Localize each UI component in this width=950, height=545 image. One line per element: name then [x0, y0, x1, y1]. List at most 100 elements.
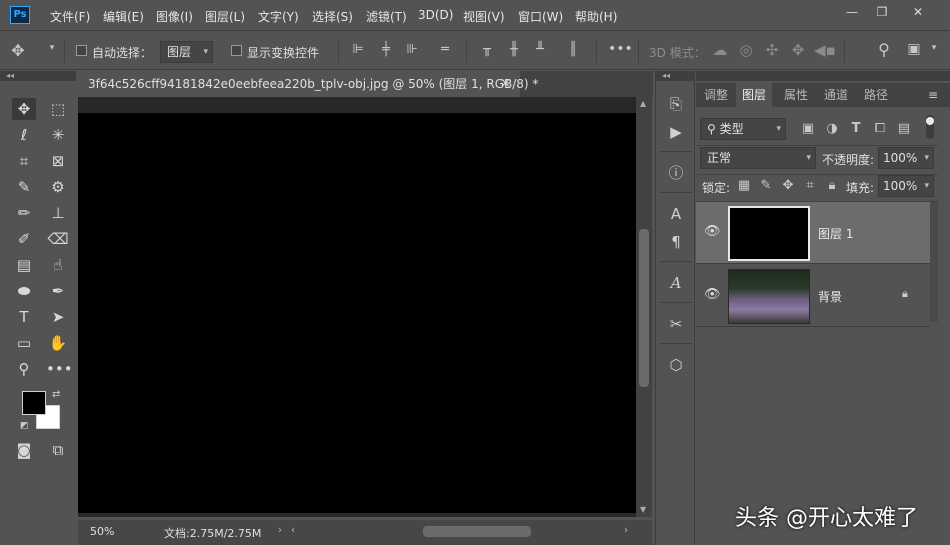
tool-preset-chevron-icon[interactable]: ▾ — [46, 43, 58, 53]
move-tool[interactable]: ✥ — [12, 98, 36, 120]
lasso-tool[interactable]: ℓ — [12, 124, 36, 146]
layer-row[interactable]: 👁︎ 背景 🔒︎ — [696, 265, 930, 327]
rectangle-tool[interactable]: ▭ — [12, 332, 36, 354]
menu-edit[interactable]: 编辑(E) — [103, 8, 144, 25]
pen-tool[interactable]: ✒ — [46, 280, 70, 302]
scroll-down-icon[interactable]: ▼ — [640, 505, 646, 514]
magic-wand-tool[interactable]: ✳ — [46, 124, 70, 146]
panel-menu-icon[interactable]: ≡ — [928, 88, 938, 102]
workspace-icon[interactable]: ▣ — [904, 41, 924, 57]
character-panel-icon[interactable]: A — [664, 203, 688, 225]
tab-paths[interactable]: 路径 — [856, 83, 896, 107]
more-options-icon[interactable]: ••• — [608, 41, 633, 57]
scroll-right-icon[interactable]: › — [624, 525, 628, 536]
menu-layer[interactable]: 图层(L) — [205, 8, 245, 25]
scroll-left-icon[interactable]: ‹ — [291, 525, 295, 536]
auto-select-dropdown[interactable]: 图层 ▾ — [160, 41, 213, 63]
layer-filter-dropdown[interactable]: ⚲ 类型 ▾ — [700, 118, 786, 140]
glyphs-panel-icon[interactable]: A — [664, 272, 688, 294]
eye-icon[interactable]: 👁︎ — [704, 287, 721, 302]
gradient-tool[interactable]: ▤ — [12, 254, 36, 276]
align-center-h-icon[interactable]: ╪ — [378, 42, 394, 57]
blend-mode-dropdown[interactable]: 正常 ▾ — [700, 147, 816, 169]
document-tab[interactable]: 3f64c526cff94181842e0eebfeea220b_tplv-ob… — [78, 71, 538, 97]
foreground-color-swatch[interactable] — [22, 391, 46, 415]
align-top-icon[interactable]: ╥ — [479, 42, 495, 57]
history-brush-tool[interactable]: ✐ — [12, 228, 36, 250]
lock-all-icon[interactable]: 🔒︎ — [824, 178, 840, 193]
eyedropper-tool[interactable]: ✎ — [12, 176, 36, 198]
history-panel-icon[interactable]: ⎘ — [664, 93, 688, 115]
hand-tool[interactable]: ✋ — [46, 332, 70, 354]
close-document-icon[interactable]: × — [500, 76, 511, 91]
default-colors-icon[interactable]: ◩ — [20, 421, 29, 431]
menu-view[interactable]: 视图(V) — [463, 8, 505, 25]
align-middle-v-icon[interactable]: ╫ — [506, 42, 522, 57]
marquee-tool[interactable]: ⬚ — [46, 98, 70, 120]
search-icon[interactable]: ⚲ — [874, 40, 894, 59]
tab-properties[interactable]: 属性 — [776, 83, 816, 107]
paragraph-panel-icon[interactable]: ¶ — [664, 231, 688, 253]
more-tools-icon[interactable]: ••• — [46, 358, 73, 380]
auto-select-checkbox[interactable] — [76, 45, 87, 56]
scroll-up-icon[interactable]: ▲ — [640, 99, 646, 108]
dock-collapse-bar[interactable]: ◂◂ — [656, 71, 694, 81]
3d-scale-icon[interactable]: ◀▪ — [814, 41, 836, 59]
filter-type-icon[interactable]: T — [848, 121, 864, 136]
move-tool-icon[interactable]: ✥ — [8, 41, 28, 60]
menu-select[interactable]: 选择(S) — [312, 8, 353, 25]
brush-tool[interactable]: ✏ — [12, 202, 36, 224]
filter-smart-object-icon[interactable]: ▤ — [896, 121, 912, 136]
minimize-button[interactable]: — — [842, 4, 862, 20]
align-bottom-icon[interactable]: ╨ — [532, 42, 548, 57]
tab-adjustments[interactable]: 调整 — [696, 83, 736, 107]
status-chevron-icon[interactable]: › — [278, 525, 282, 536]
screen-mode-icon[interactable]: ⧉ — [46, 439, 70, 461]
menu-image[interactable]: 图像(I) — [156, 8, 193, 25]
vertical-scroll-thumb[interactable] — [639, 229, 649, 387]
crop-tool[interactable]: ⌗ — [12, 150, 36, 172]
horizontal-scroll-thumb[interactable] — [423, 526, 531, 537]
zoom-tool[interactable]: ⚲ — [12, 358, 36, 380]
menu-help[interactable]: 帮助(H) — [575, 8, 617, 25]
layer-name[interactable]: 背景 — [818, 288, 842, 305]
distribute-icon[interactable]: ═ — [437, 42, 453, 57]
quick-mask-icon[interactable]: ◙ — [12, 439, 36, 461]
opacity-field[interactable]: 100% ▾ — [878, 147, 934, 169]
restore-button[interactable]: ❐ — [872, 4, 892, 20]
filter-adjustment-icon[interactable]: ◑ — [824, 121, 840, 136]
lock-transparent-icon[interactable]: ▦ — [736, 178, 752, 193]
eye-icon[interactable]: 👁︎ — [704, 224, 721, 239]
canvas-area[interactable] — [78, 97, 636, 517]
menu-window[interactable]: 窗口(W) — [518, 8, 563, 25]
align-left-icon[interactable]: ⊫ — [350, 42, 366, 57]
filter-toggle[interactable] — [926, 115, 934, 139]
layers-scrollbar[interactable] — [930, 202, 938, 322]
menu-filter[interactable]: 滤镜(T) — [366, 8, 407, 25]
3d-orbit-icon[interactable]: ☁ — [710, 41, 730, 59]
healing-brush-tool[interactable]: ⚙ — [46, 176, 70, 198]
tools-collapse-bar[interactable]: ◂◂ — [0, 71, 76, 81]
distribute-v-icon[interactable]: ║ — [565, 42, 581, 57]
menu-file[interactable]: 文件(F) — [50, 8, 90, 25]
layer-row[interactable]: 👁︎ 图层 1 — [696, 202, 930, 264]
3d-pan-icon[interactable]: ✣ — [762, 41, 782, 59]
vertical-scrollbar[interactable]: ▲ ▼ — [636, 97, 652, 517]
tab-channels[interactable]: 通道 — [816, 83, 856, 107]
3d-panel-icon[interactable]: ⬡ — [664, 354, 688, 376]
menu-3d[interactable]: 3D(D) — [418, 8, 453, 22]
tab-layers[interactable]: 图层 — [736, 83, 772, 107]
filter-shape-icon[interactable]: ⧠ — [872, 121, 888, 136]
align-right-icon[interactable]: ⊪ — [404, 42, 420, 57]
actions-panel-icon[interactable]: ▶ — [664, 121, 688, 143]
swap-colors-icon[interactable]: ⇄ — [52, 389, 60, 400]
show-transform-checkbox[interactable] — [231, 45, 242, 56]
lock-position-icon[interactable]: ✥ — [780, 178, 796, 193]
lock-image-icon[interactable]: ✎ — [758, 178, 774, 193]
clone-stamp-tool[interactable]: ⊥ — [46, 202, 70, 224]
info-panel-icon[interactable]: ⓘ — [664, 162, 688, 184]
eraser-tool[interactable]: ⌫ — [46, 228, 70, 250]
fill-field[interactable]: 100% ▾ — [878, 175, 934, 197]
layer-name[interactable]: 图层 1 — [818, 225, 853, 242]
path-selection-tool[interactable]: ➤ — [46, 306, 70, 328]
